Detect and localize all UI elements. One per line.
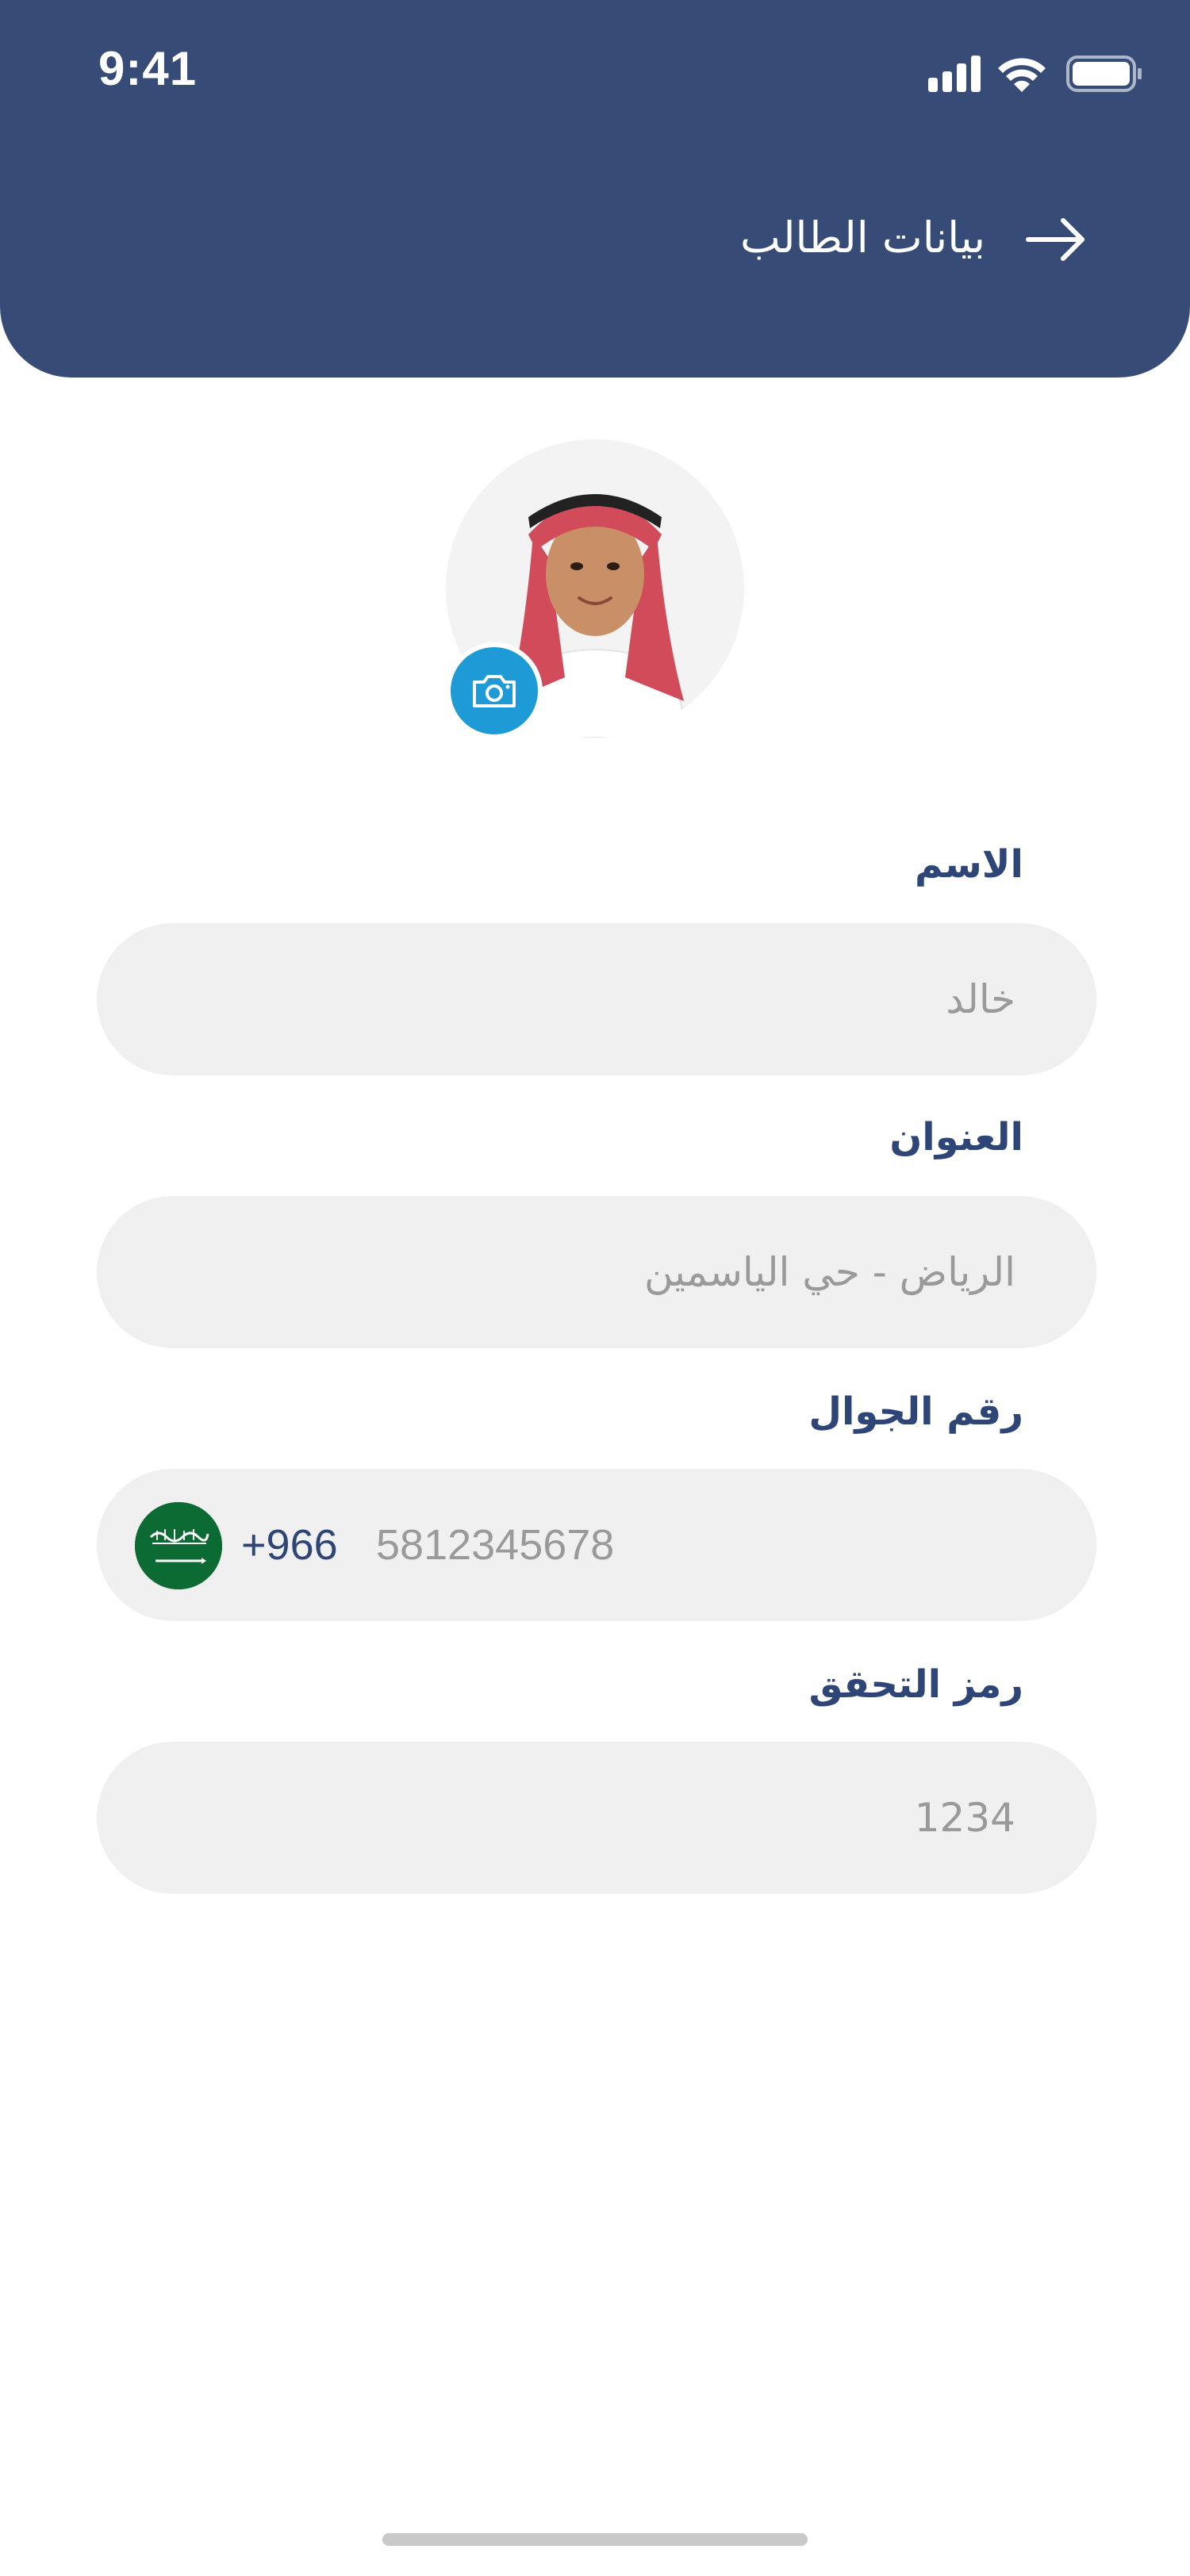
- phone-label: رقم الجوال: [808, 1390, 1023, 1434]
- address-label: العنوان: [889, 1115, 1023, 1160]
- status-icons: [928, 56, 1142, 92]
- code-field[interactable]: 1234: [97, 1742, 1096, 1894]
- name-value: خالد: [946, 976, 1015, 1022]
- phone-value: 5812345678: [376, 1521, 615, 1569]
- country-code[interactable]: +966: [241, 1520, 338, 1570]
- avatar-container: [446, 439, 744, 739]
- status-time: 9:41: [98, 42, 198, 95]
- name-field[interactable]: خالد: [97, 923, 1096, 1075]
- camera-icon: [473, 675, 516, 707]
- code-label: رمز التحقق: [808, 1662, 1023, 1707]
- home-indicator[interactable]: [382, 2533, 808, 2546]
- address-field[interactable]: الرياض - حي الياسمين: [97, 1196, 1096, 1348]
- header-bar: 9:41 بيانات الطالب: [0, 0, 1190, 378]
- phone-field[interactable]: +966 5812345678: [97, 1469, 1096, 1621]
- signal-icon: [928, 56, 981, 92]
- name-label: الاسم: [914, 842, 1023, 887]
- change-photo-button[interactable]: [446, 642, 543, 739]
- wifi-icon: [998, 58, 1046, 92]
- battery-icon: [1066, 56, 1142, 92]
- address-value: الرياض - حي الياسمين: [643, 1249, 1015, 1295]
- code-value: 1234: [914, 1795, 1015, 1841]
- saudi-flag-icon[interactable]: [135, 1502, 222, 1589]
- page-title: بيانات الطالب: [740, 213, 985, 263]
- arrow-right-icon[interactable]: [1025, 216, 1088, 263]
